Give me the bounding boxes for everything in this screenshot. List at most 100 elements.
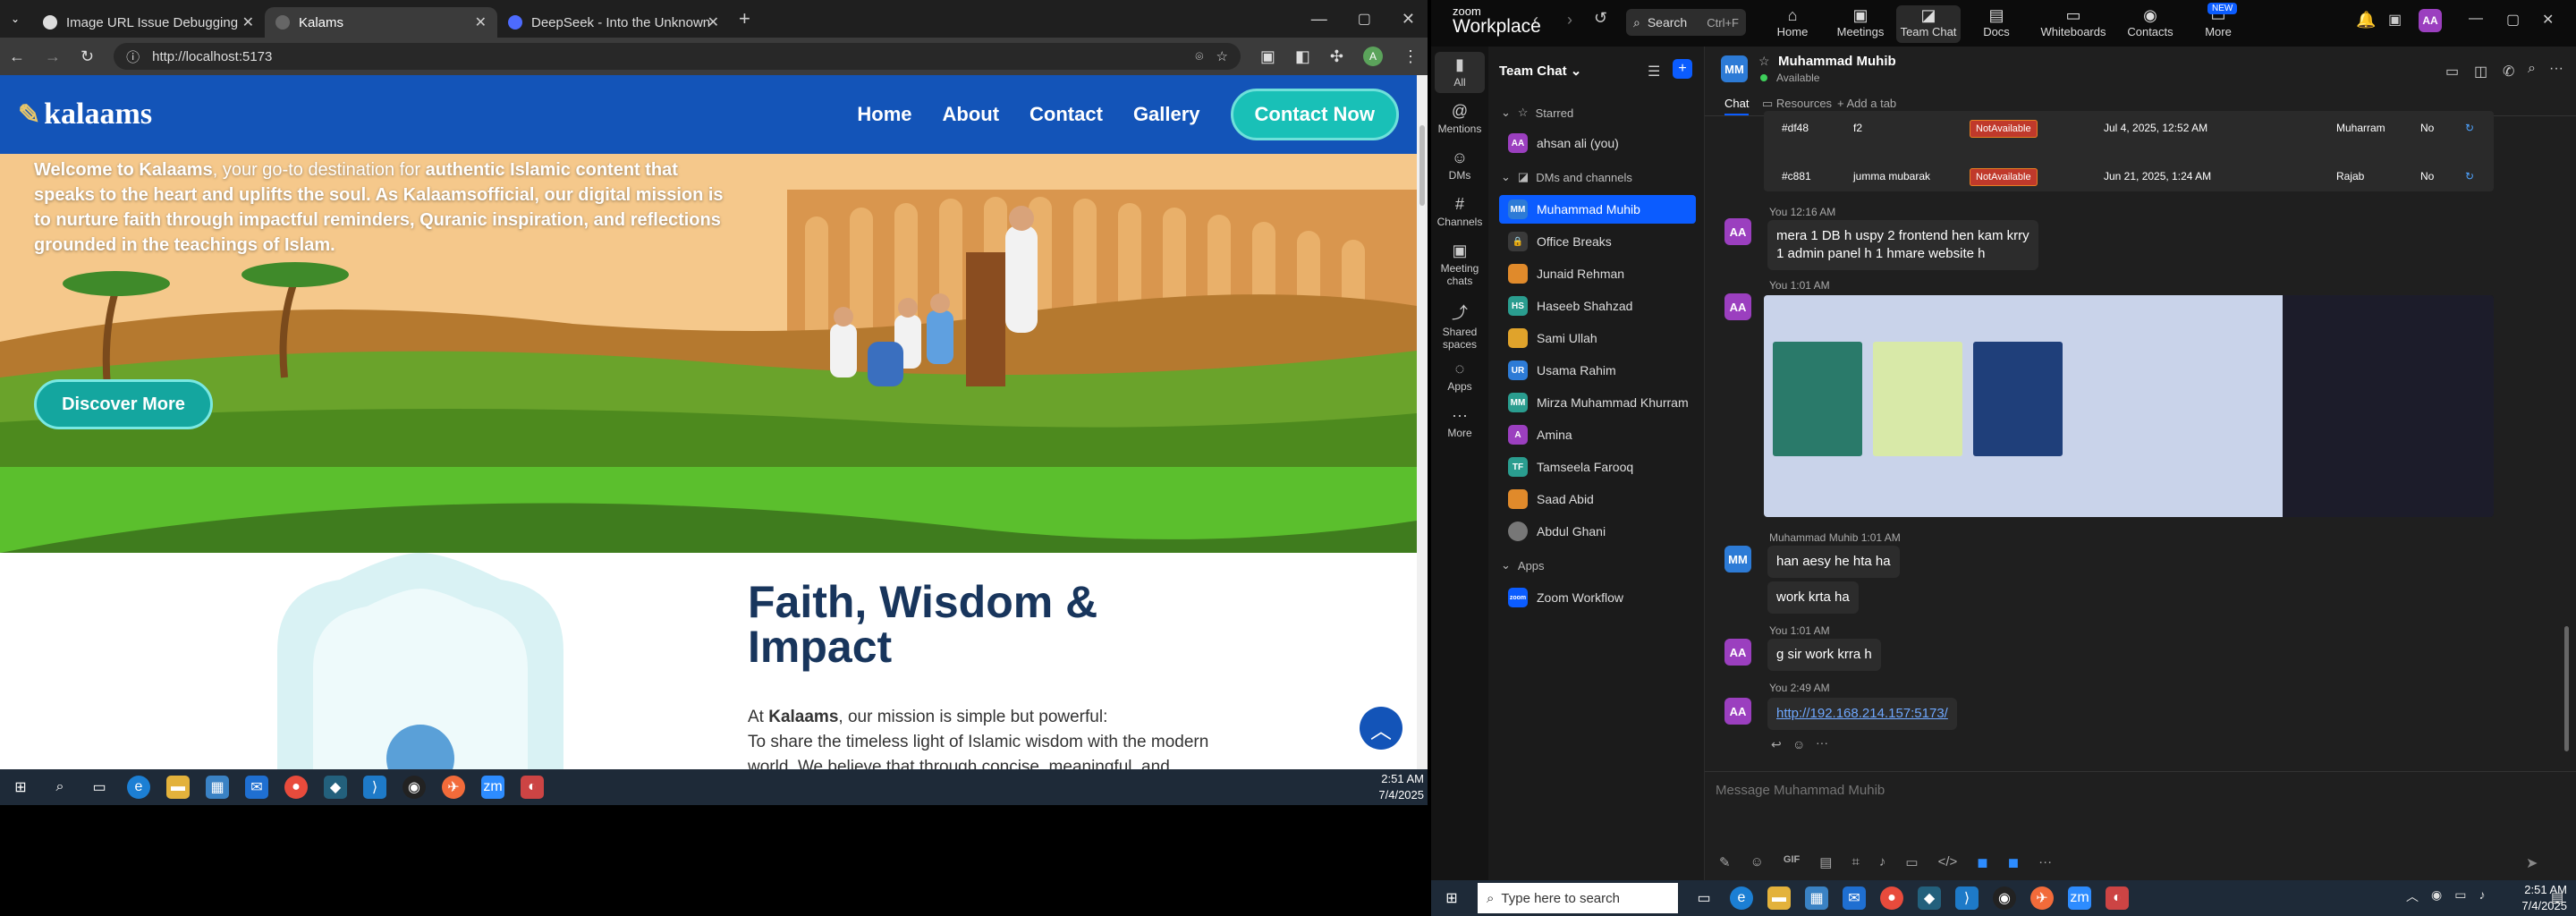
site-info-icon[interactable]: ⓘ: [126, 47, 140, 66]
postman-icon[interactable]: ✈: [442, 776, 465, 799]
sidebar-icon[interactable]: ◧: [1295, 47, 1310, 66]
format-icon[interactable]: ✎: [1719, 854, 1731, 870]
contact-now-button[interactable]: Contact Now: [1230, 89, 1399, 140]
message-bubble[interactable]: mera 1 DB h uspy 2 frontend hen kam krry…: [1767, 220, 2038, 270]
nav-gallery-link[interactable]: Gallery: [1133, 103, 1200, 126]
zoom-tab-team-chat[interactable]: ◪ Team Chat: [1896, 5, 1961, 43]
chat-list-title[interactable]: Team Chat ⌄: [1499, 63, 1581, 79]
app-icon[interactable]: ◐: [521, 776, 544, 799]
avatar[interactable]: AA: [1724, 698, 1751, 725]
star-icon[interactable]: ☆: [1758, 54, 1770, 69]
discover-more-button[interactable]: Discover More: [34, 379, 213, 429]
filter-icon[interactable]: ☰: [1648, 63, 1660, 81]
taskbar-search[interactable]: ⌕ Type here to search: [1478, 883, 1678, 913]
windows-start-icon[interactable]: ⊞: [9, 776, 32, 799]
message-bubble[interactable]: g sir work krra h: [1767, 639, 1881, 671]
list-item[interactable]: HS Haseeb Shahzad: [1499, 292, 1696, 320]
history-icon[interactable]: ↺: [1594, 9, 1607, 28]
zoom-tab-meetings[interactable]: ▣ Meetings: [1828, 5, 1893, 43]
popout-icon[interactable]: ◫: [2474, 63, 2487, 81]
list-item[interactable]: MM Mirza Muhammad Khurram: [1499, 388, 1696, 417]
edge-icon[interactable]: e: [1730, 886, 1753, 910]
taskbar-clock[interactable]: 2:51 AM 7/4/2025: [1360, 771, 1424, 803]
network-icon[interactable]: ▭: [2454, 887, 2466, 905]
section-starred[interactable]: ⌄ ☆ Starred: [1501, 106, 1573, 120]
zoom-tab-whiteboards[interactable]: ▭ Whiteboards: [2038, 5, 2109, 43]
message-link[interactable]: http://192.168.214.157:5173/: [1776, 706, 1948, 721]
list-item[interactable]: Sami Ullah: [1499, 324, 1696, 352]
emoji-icon[interactable]: ☺: [1792, 737, 1805, 751]
chat-more-icon[interactable]: ···: [2549, 61, 2563, 77]
zoom-search-box[interactable]: ⌕ Search Ctrl+F: [1626, 9, 1746, 36]
app-icon[interactable]: ◼: [2008, 854, 2019, 870]
minimize-icon[interactable]: —: [2469, 11, 2483, 27]
browser-tab[interactable]: Image URL Issue Debugging ✕: [32, 7, 265, 38]
forward-icon[interactable]: →: [45, 47, 61, 66]
zoom-icon[interactable]: zm: [481, 776, 504, 799]
close-window-icon[interactable]: ✕: [2542, 11, 2554, 29]
list-item[interactable]: A Amina: [1499, 420, 1696, 449]
message-input[interactable]: [1716, 776, 2556, 803]
store-icon[interactable]: ▦: [1805, 886, 1828, 910]
list-item[interactable]: Saad Abid: [1499, 485, 1696, 513]
puzzle-icon[interactable]: ✣: [1330, 47, 1343, 66]
chrome-icon[interactable]: ●: [284, 776, 308, 799]
message-bubble[interactable]: han aesy he hta ha: [1767, 546, 1900, 578]
back-icon[interactable]: ‹: [1533, 11, 1538, 30]
store-icon[interactable]: ▦: [206, 776, 229, 799]
rail-item-mentions[interactable]: @ Mentions: [1431, 102, 1488, 135]
app-icon[interactable]: ◼: [1977, 854, 1987, 870]
close-icon[interactable]: ✕: [475, 13, 487, 31]
chat-search-icon[interactable]: ⌕: [2528, 61, 2536, 77]
section-apps[interactable]: ⌄ Apps: [1501, 558, 1545, 572]
zoom-icon[interactable]: zm: [2068, 886, 2091, 910]
extension-icon[interactable]: ▣: [1260, 47, 1275, 66]
list-item[interactable]: Abdul Ghani: [1499, 517, 1696, 546]
calendar-small-icon[interactable]: ▣: [2388, 11, 2402, 29]
volume-icon[interactable]: ♪: [2479, 887, 2485, 905]
close-icon[interactable]: ✕: [708, 13, 719, 31]
bell-icon[interactable]: 🔔: [2356, 11, 2376, 30]
avatar[interactable]: MM: [1721, 55, 1748, 82]
browser-tab[interactable]: DeepSeek - Into the Unknown ✕: [497, 7, 730, 38]
list-item[interactable]: TF Tamseela Farooq: [1499, 453, 1696, 481]
rail-item-shared-spaces[interactable]: ⤴ Shared spaces: [1431, 301, 1488, 351]
task-view-icon[interactable]: ▭: [1692, 886, 1716, 910]
phone-icon[interactable]: ✆: [2503, 63, 2514, 81]
gif-icon[interactable]: GIF: [1784, 854, 1800, 870]
rail-item-channels[interactable]: # Channels: [1431, 195, 1488, 228]
nav-about-link[interactable]: About: [943, 103, 1000, 126]
video-message-icon[interactable]: ▭: [1905, 854, 1918, 870]
tab-chat[interactable]: Chat: [1724, 97, 1750, 115]
nav-contact-link[interactable]: Contact: [1030, 103, 1103, 126]
edge-icon[interactable]: e: [127, 776, 150, 799]
vscode-icon[interactable]: ⟩: [1955, 886, 1979, 910]
app-tray-icon[interactable]: ◉: [2431, 887, 2442, 905]
screenshot-icon[interactable]: ⌗: [1852, 854, 1859, 870]
file-explorer-icon[interactable]: ▬: [1767, 886, 1791, 910]
postman-icon[interactable]: ✈: [2030, 886, 2054, 910]
more-dots-icon[interactable]: ···: [1816, 735, 1828, 750]
minimize-icon[interactable]: —: [1311, 10, 1327, 29]
app-icon[interactable]: ◐: [2106, 886, 2129, 910]
code-icon[interactable]: </>: [1938, 854, 1958, 870]
vscode-alt-icon[interactable]: ◆: [324, 776, 347, 799]
avatar[interactable]: AA: [1724, 218, 1751, 245]
task-view-icon[interactable]: ▭: [88, 776, 111, 799]
user-avatar[interactable]: AA: [2419, 9, 2442, 32]
message-bubble[interactable]: work krta ha: [1767, 581, 1859, 614]
compose-button[interactable]: +: [1673, 59, 1692, 79]
page-scrollbar-thumb[interactable]: [1419, 125, 1425, 206]
menu-dots-icon[interactable]: ⋮: [1402, 47, 1419, 66]
tab-resources[interactable]: ▭ Resources: [1762, 97, 1832, 111]
rail-item-apps[interactable]: ◌ Apps: [1431, 360, 1488, 393]
video-icon[interactable]: ▭: [2445, 63, 2459, 81]
location-icon[interactable]: ⌾: [1195, 49, 1203, 64]
emoji-icon[interactable]: ☺: [1750, 854, 1764, 870]
chat-scrollbar-thumb[interactable]: [2564, 626, 2569, 751]
maximize-icon[interactable]: ▢: [2506, 11, 2520, 29]
section-dms[interactable]: ⌄ ◪ DMs and channels: [1501, 170, 1632, 184]
github-icon[interactable]: ◉: [402, 776, 426, 799]
rail-item-more[interactable]: ··· More: [1431, 406, 1488, 439]
list-item[interactable]: UR Usama Rahim: [1499, 356, 1696, 385]
